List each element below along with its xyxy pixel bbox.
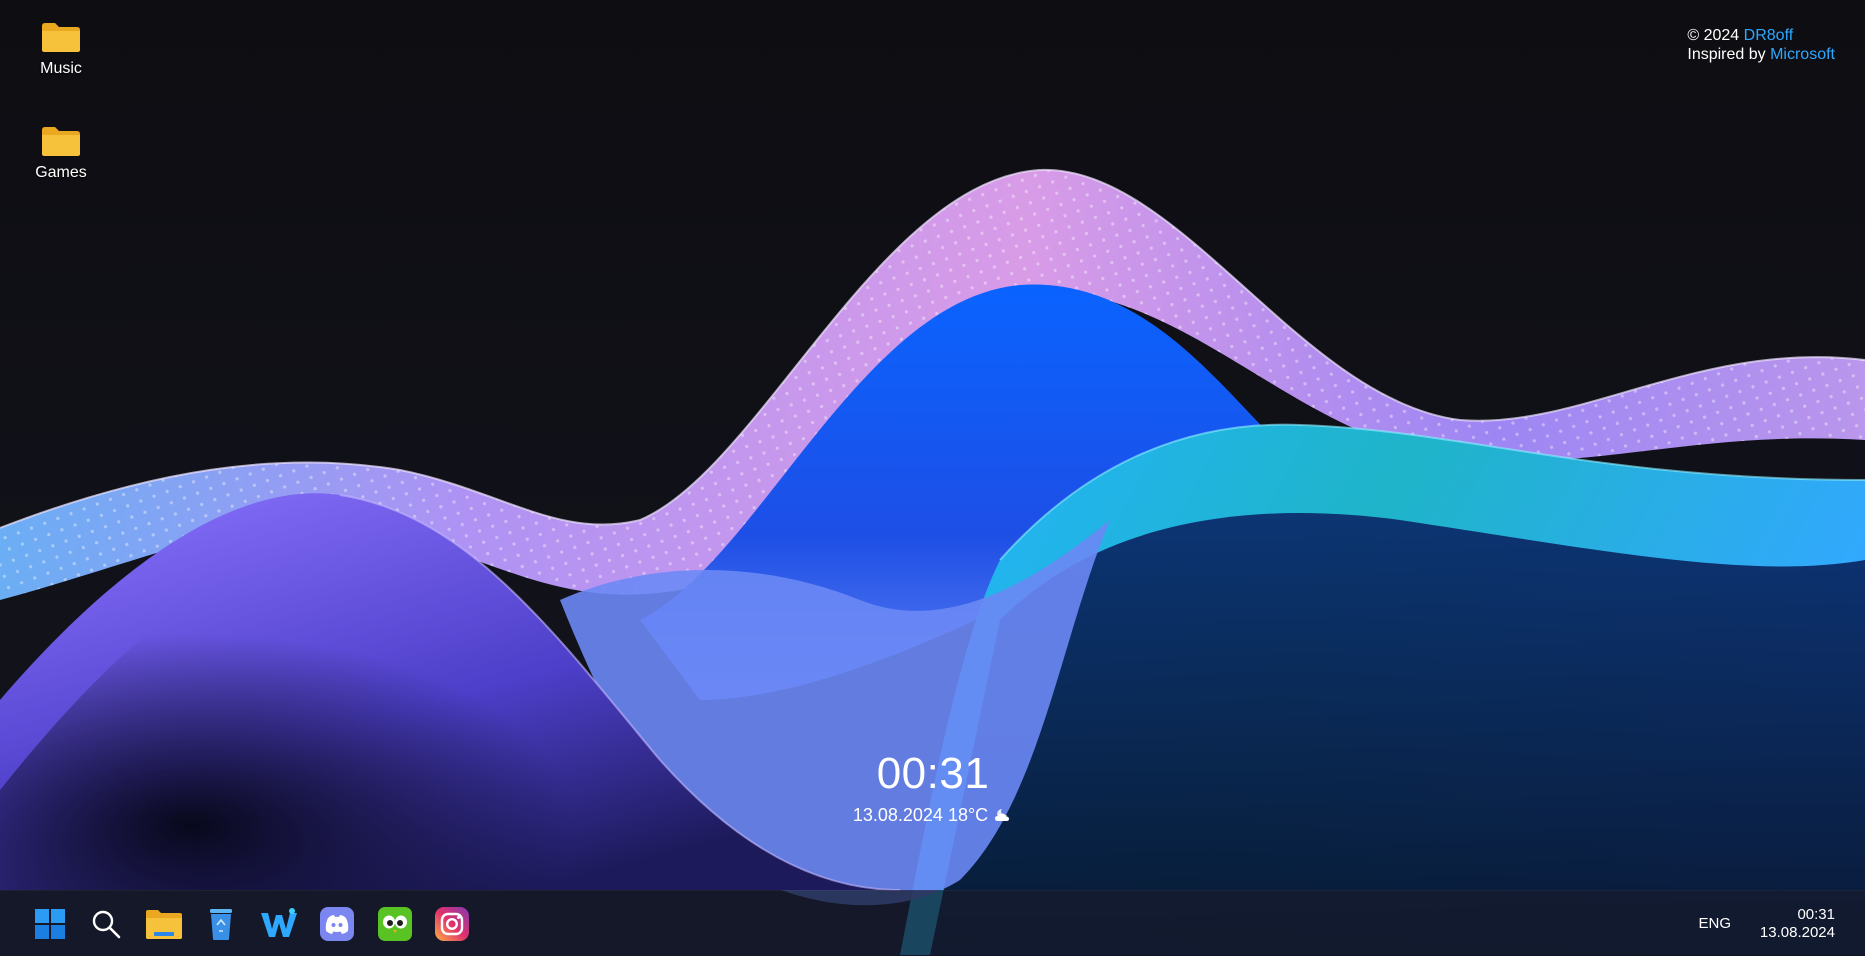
language-indicator[interactable]: ENG: [1698, 915, 1731, 932]
taskbar: ENG 00:31 13.08.2024: [0, 890, 1865, 956]
instagram-icon: [435, 907, 469, 941]
duolingo-owl-icon: [378, 907, 412, 941]
taskbar-time: 00:31: [1797, 906, 1835, 923]
widget-temperature: 18°C: [947, 804, 989, 825]
inspired-text: Inspired by: [1687, 46, 1771, 63]
clock-widget: 00:31 13.08.2024 18°C: [833, 748, 1033, 826]
taskbar-clock[interactable]: 00:31 13.08.2024: [1760, 906, 1835, 942]
credits: © 2024 DR8off Inspired by Microsoft: [1687, 26, 1835, 64]
folder-icon: [146, 910, 182, 939]
partly-cloudy-night-icon: [995, 809, 1010, 822]
taskbar-date: 13.08.2024: [1759, 924, 1835, 941]
desktop-icon-music[interactable]: Music: [11, 20, 111, 78]
search-button[interactable]: [84, 902, 128, 946]
w-app-icon: [261, 908, 297, 937]
discord-icon: [320, 907, 354, 941]
file-explorer-button[interactable]: [142, 902, 186, 946]
desktop-icon-games[interactable]: Games: [11, 124, 111, 182]
folder-icon: [42, 127, 80, 156]
author-link[interactable]: DR8off: [1744, 27, 1794, 44]
desktop-icon-label: Music: [40, 60, 82, 77]
duolingo-button[interactable]: [373, 902, 417, 946]
windows-logo-icon: [35, 909, 65, 939]
discord-button[interactable]: [315, 902, 359, 946]
copyright-text: © 2024: [1687, 27, 1744, 44]
instagram-button[interactable]: [430, 902, 474, 946]
folder-icon: [42, 23, 80, 52]
widget-date-weather: 13.08.2024 18°C: [833, 804, 1033, 826]
widget-date: 13.08.2024: [852, 804, 943, 825]
recycle-bin-icon: [210, 909, 232, 940]
microsoft-link[interactable]: Microsoft: [1770, 46, 1835, 63]
widget-time: 00:31: [876, 749, 990, 798]
credits-line-2: Inspired by Microsoft: [1687, 45, 1835, 64]
desktop-icon-label: Games: [35, 164, 87, 181]
start-button[interactable]: [28, 902, 72, 946]
search-icon: [92, 910, 121, 939]
w-app-button[interactable]: [257, 902, 301, 946]
credits-line-1: © 2024 DR8off: [1687, 26, 1835, 45]
recycle-bin-button[interactable]: [199, 902, 243, 946]
